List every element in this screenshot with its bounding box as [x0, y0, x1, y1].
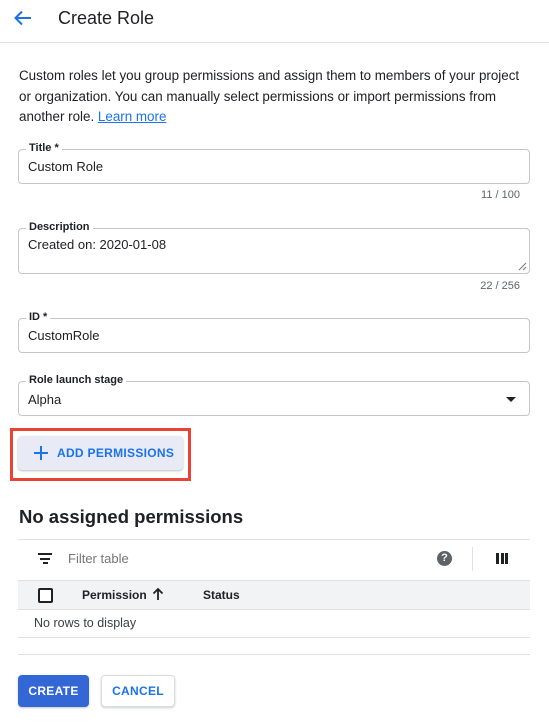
cancel-button[interactable]: CANCEL [101, 675, 175, 707]
column-header-status[interactable]: Status [203, 588, 240, 602]
id-field[interactable]: ID * CustomRole [18, 311, 530, 353]
column-header-permission[interactable]: Permission [82, 588, 147, 602]
add-permissions-button[interactable]: ADD PERMISSIONS [18, 436, 183, 470]
back-button[interactable] [10, 7, 36, 29]
page-header: Create Role [0, 0, 549, 43]
resize-handle-icon[interactable] [518, 262, 527, 271]
intro-description: Custom roles let you group permissions a… [19, 68, 520, 124]
launch-stage-select[interactable]: Role launch stage Alpha [18, 374, 530, 416]
footer-divider [18, 654, 530, 655]
select-all-checkbox[interactable] [38, 588, 53, 603]
create-button[interactable]: CREATE [18, 675, 89, 707]
description-char-counter: 22 / 256 [480, 280, 520, 292]
table-header-row: Permission Status [18, 580, 530, 610]
page-title: Create Role [58, 8, 155, 28]
dropdown-arrow-icon[interactable] [506, 397, 516, 402]
learn-more-link[interactable]: Learn more [98, 109, 166, 124]
title-field[interactable]: Title * Custom Role [18, 142, 530, 184]
add-permissions-label: ADD PERMISSIONS [57, 446, 175, 460]
permissions-section-title: No assigned permissions [19, 506, 244, 527]
empty-table-message: No rows to display [34, 616, 137, 630]
toolbar-divider [472, 547, 473, 571]
launch-stage-label: Role launch stage [26, 374, 127, 387]
id-field-label: ID * [26, 311, 51, 324]
filter-table-input[interactable]: Filter table [68, 551, 129, 566]
id-input-value[interactable]: CustomRole [28, 328, 100, 344]
launch-stage-value: Alpha [28, 392, 62, 407]
plus-icon [34, 446, 48, 460]
description-field-label: Description [26, 221, 93, 234]
description-input-value[interactable]: Created on: 2020-01-08 [28, 237, 166, 253]
column-display-icon[interactable] [496, 553, 508, 564]
permissions-table: Filter table ? Permission Status No rows… [18, 539, 530, 638]
title-field-label: Title * [26, 142, 62, 155]
filter-icon[interactable] [38, 553, 52, 564]
help-icon[interactable]: ? [437, 551, 452, 566]
description-field[interactable]: Description Created on: 2020-01-08 [18, 221, 530, 274]
title-char-counter: 11 / 100 [481, 189, 520, 201]
arrow-up-icon[interactable] [152, 587, 164, 601]
arrow-back-icon[interactable] [14, 10, 32, 26]
intro-text: Custom roles let you group permissions a… [19, 66, 531, 128]
title-input-value[interactable]: Custom Role [28, 159, 103, 175]
